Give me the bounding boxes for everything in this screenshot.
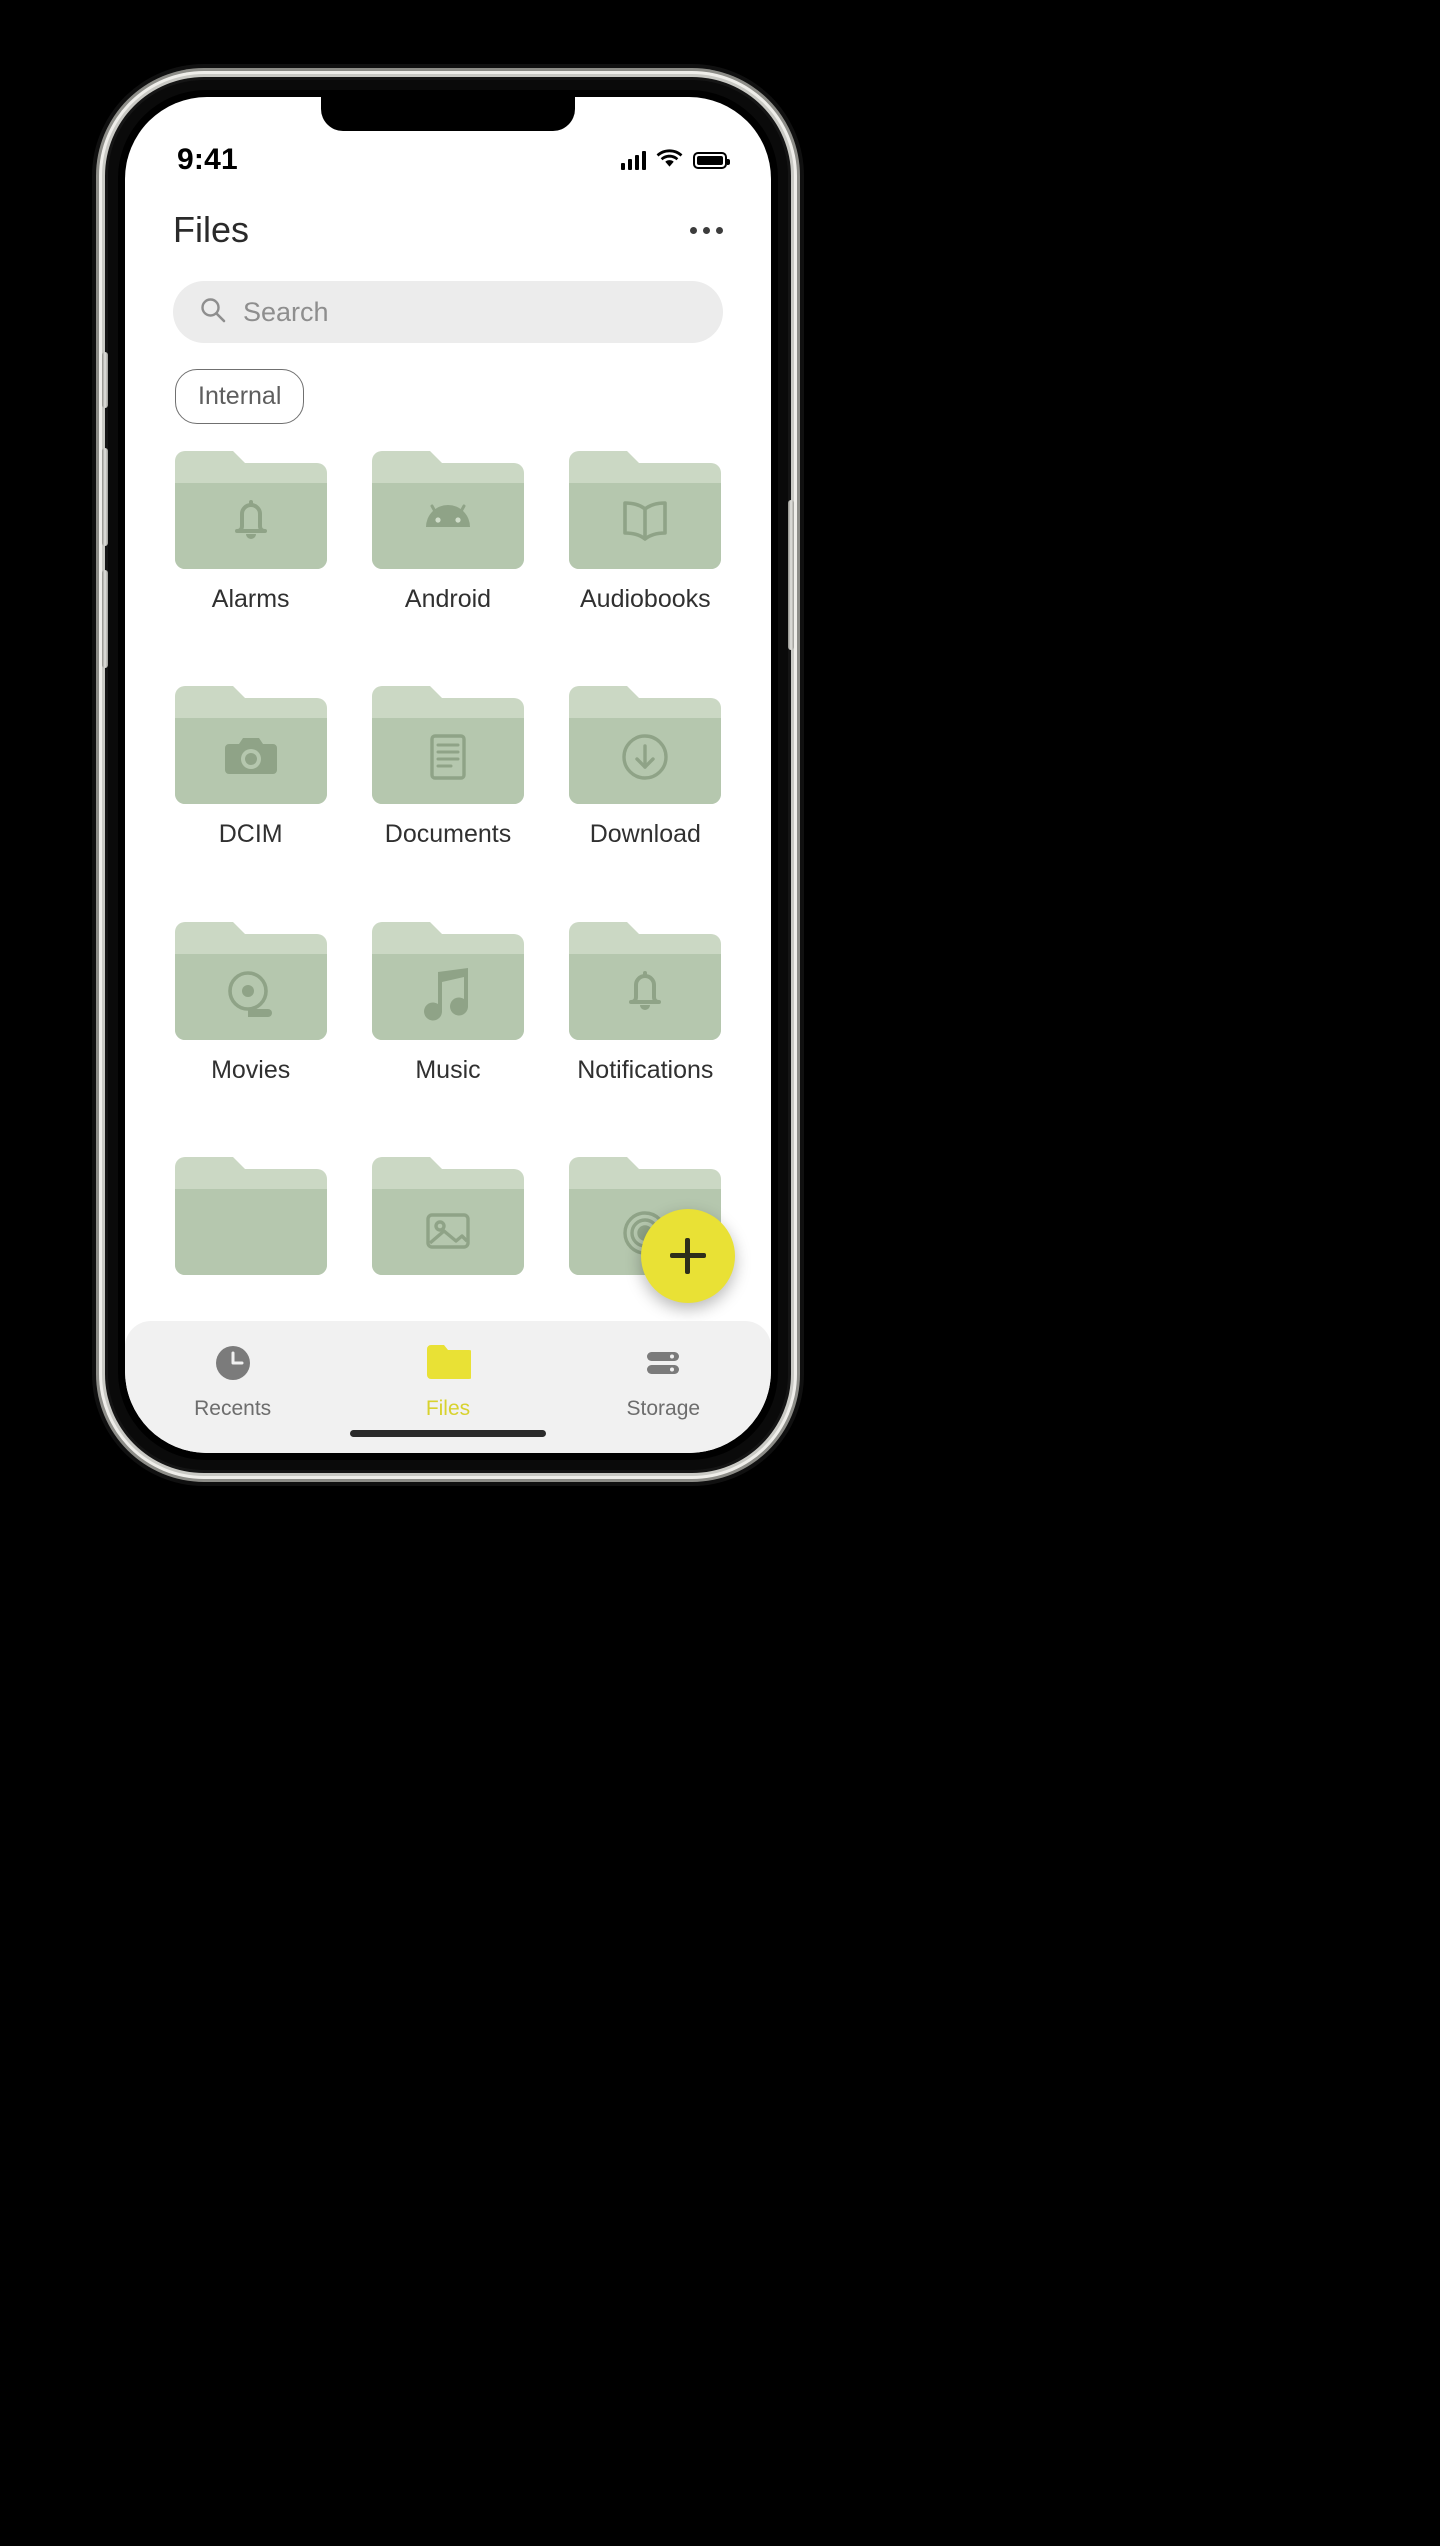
folder-label: Notifications: [577, 1055, 714, 1084]
folder-icon-partial-1: [174, 1153, 327, 1275]
folder-item-alarms[interactable]: Alarms: [163, 447, 338, 660]
wifi-icon: [656, 148, 683, 173]
folder-item-music[interactable]: Music: [360, 918, 535, 1131]
folder-label: Documents: [384, 820, 512, 849]
volume-up-button[interactable]: [102, 448, 108, 546]
folder-label: Android: [404, 585, 492, 613]
folder-icon-android: [371, 447, 524, 569]
folder-item-dcim[interactable]: DCIM: [163, 682, 338, 895]
folder-item-movies[interactable]: Movies: [163, 918, 338, 1131]
home-indicator[interactable]: [350, 1430, 546, 1437]
cellular-signal-icon: [620, 150, 646, 170]
folder-icon-documents: [371, 682, 524, 805]
folder-icon: [424, 1339, 472, 1387]
folder-icon-download: [569, 682, 722, 805]
folder-icon-notifications: [569, 918, 722, 1040]
phone-screen: 9:41 Files Search Internal Alarms Androi…: [125, 97, 771, 1453]
search-field-wrapper[interactable]: Search: [173, 281, 723, 343]
status-bar-icons: [620, 148, 730, 173]
volume-down-button[interactable]: [102, 570, 108, 668]
nav-label: Files: [425, 1397, 471, 1420]
folder-item-android[interactable]: Android: [360, 447, 535, 660]
folder-item-notifications[interactable]: Notifications: [558, 918, 733, 1131]
app-header: Files: [125, 193, 771, 267]
chip-internal[interactable]: Internal: [175, 369, 305, 424]
storage-bars-icon: [639, 1339, 687, 1387]
folder-label: Audiobooks: [579, 585, 711, 613]
folder-item-partial-1[interactable]: [163, 1153, 338, 1337]
folder-icon-audiobooks: [569, 447, 722, 569]
page-title: Files: [173, 209, 250, 250]
folder-item-documents[interactable]: Documents: [360, 682, 535, 895]
plus-icon: [670, 1238, 706, 1274]
folder-icon-partial-2: [371, 1153, 524, 1275]
mute-switch-button[interactable]: [102, 352, 108, 408]
folder-grid: Alarms Android Audiobooks DCIM Documents…: [125, 447, 771, 1337]
phone-device-frame: 9:41 Files Search Internal Alarms Androi…: [102, 80, 794, 1470]
screenshot-stage: 9:41 Files Search Internal Alarms Androi…: [0, 0, 1440, 2546]
nav-label: Storage: [626, 1397, 701, 1420]
device-inner-bezel: 9:41 Files Search Internal Alarms Androi…: [118, 90, 778, 1460]
nav-item-files[interactable]: Files: [373, 1339, 523, 1421]
folder-item-partial-2[interactable]: [360, 1153, 535, 1337]
folder-icon-dcim: [174, 682, 327, 805]
folder-label: DCIM: [218, 820, 283, 849]
folder-icon-music: [371, 918, 524, 1040]
nav-item-recents[interactable]: Recents: [158, 1339, 308, 1421]
display-notch: [321, 97, 575, 131]
more-options-icon[interactable]: [688, 219, 725, 242]
nav-item-storage[interactable]: Storage: [588, 1339, 738, 1421]
battery-full-icon: [693, 151, 730, 169]
folder-item-audiobooks[interactable]: Audiobooks: [558, 447, 733, 660]
search-input[interactable]: Search: [173, 281, 723, 343]
folder-item-download[interactable]: Download: [558, 682, 733, 895]
clock-icon: [209, 1339, 257, 1387]
add-button-fab[interactable]: [641, 1209, 735, 1303]
folder-label: Movies: [211, 1055, 291, 1084]
folder-icon-alarms: [174, 447, 327, 569]
search-icon: [199, 296, 227, 329]
status-bar-time: 9:41: [177, 143, 238, 176]
search-placeholder-text: Search: [243, 296, 329, 327]
folder-label: Music: [415, 1055, 481, 1084]
nav-label: Recents: [194, 1397, 272, 1420]
folder-label: Alarms: [211, 585, 290, 613]
folder-label: Download: [589, 820, 701, 849]
folder-icon-movies: [174, 918, 327, 1040]
filter-chip-row: Internal: [175, 369, 305, 424]
android-robot-icon: [425, 504, 470, 527]
power-button[interactable]: [788, 500, 794, 650]
